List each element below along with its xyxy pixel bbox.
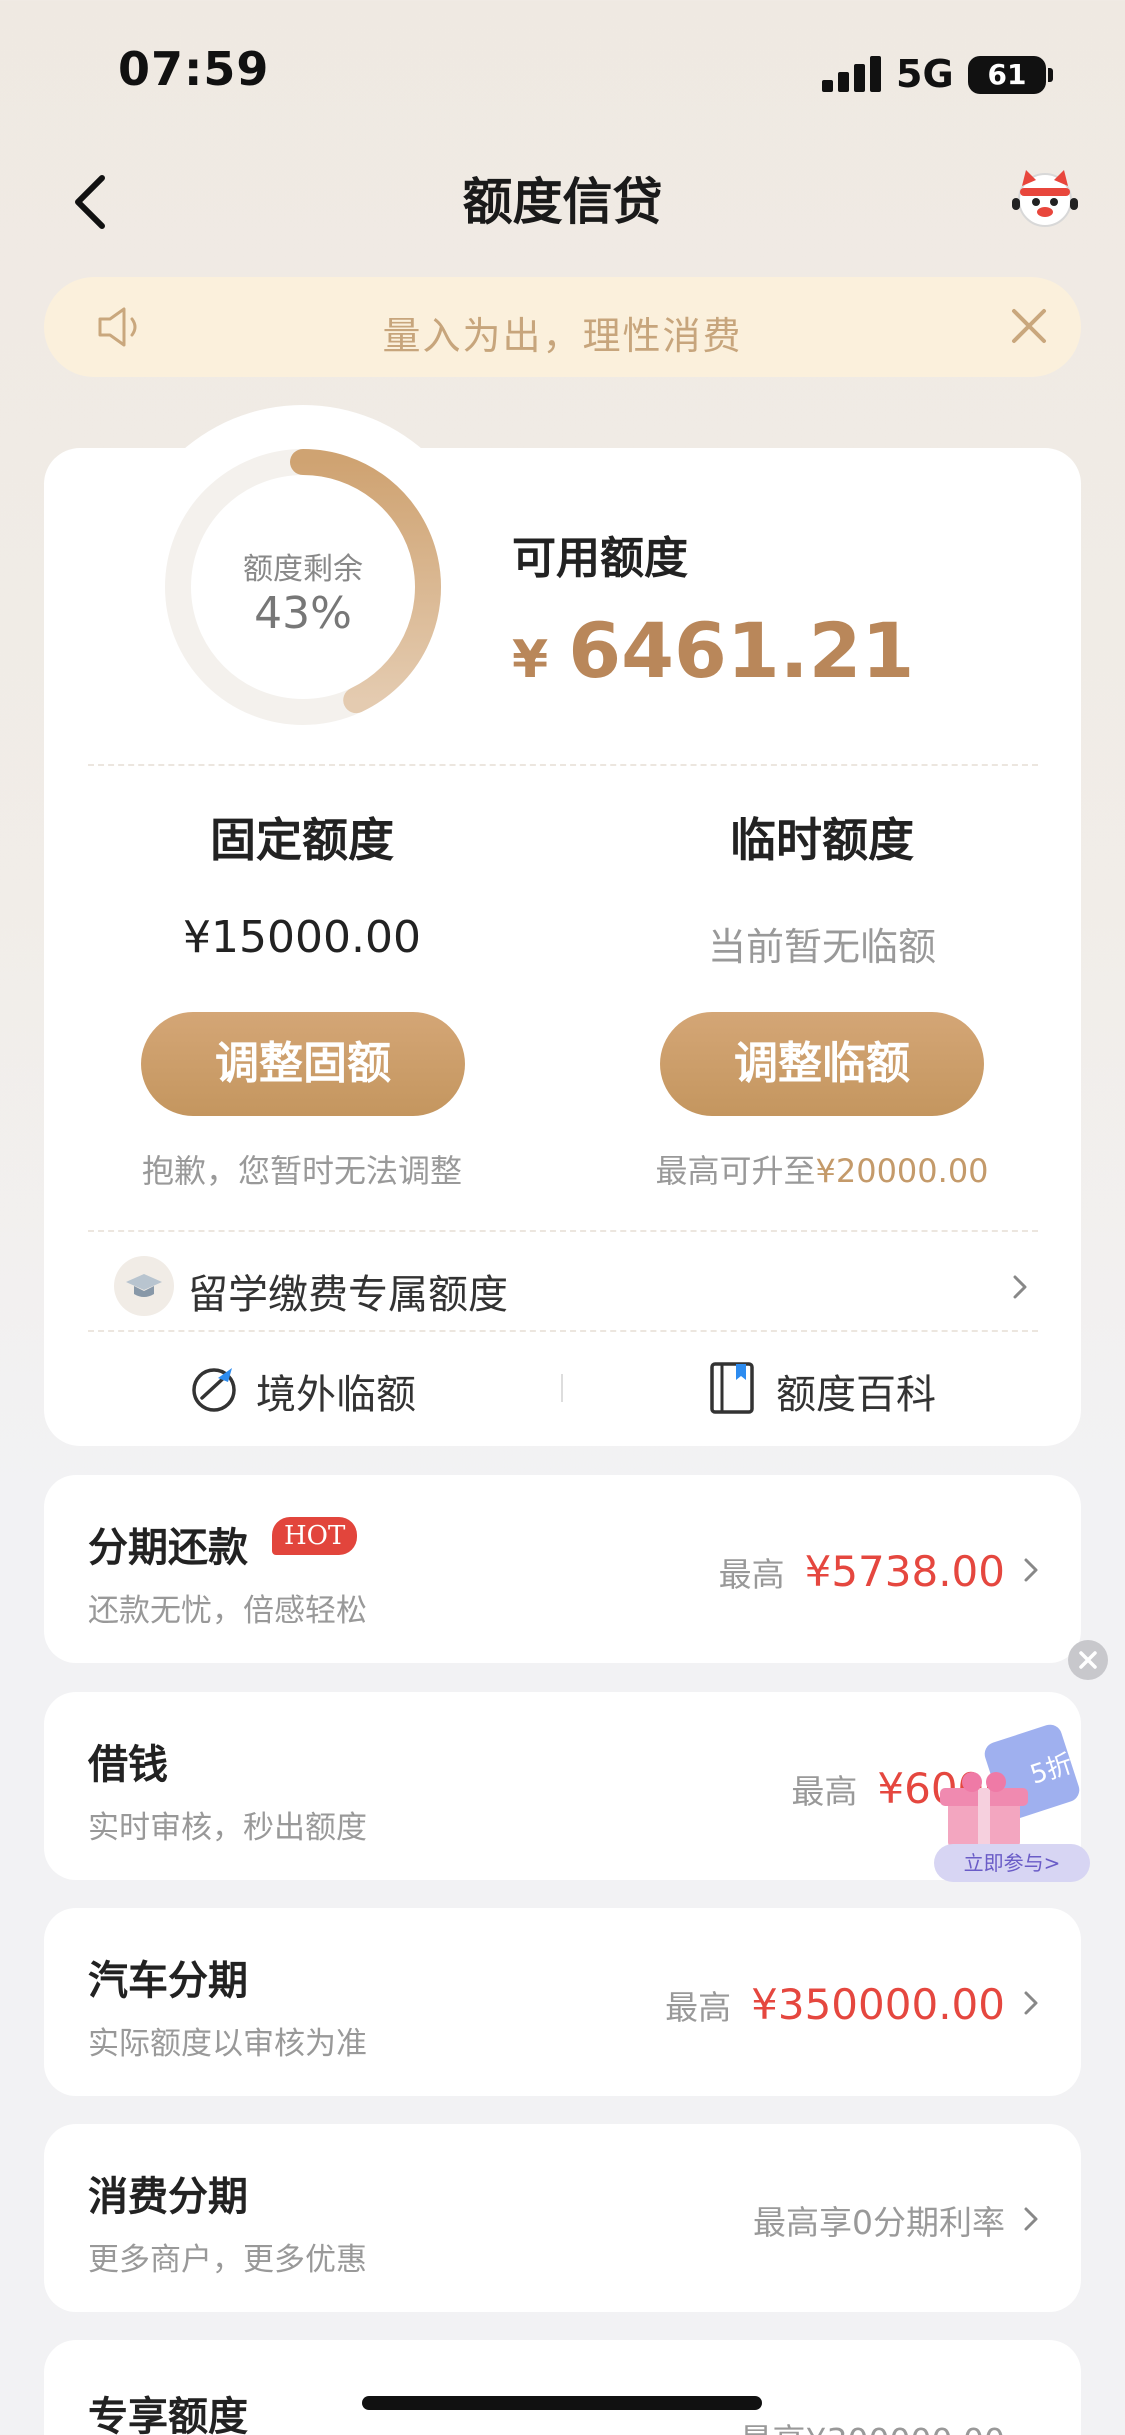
chevron-right-icon (1021, 1555, 1041, 1589)
ring-label: 额度剩余 (243, 552, 363, 587)
adjust-temp-button[interactable]: 调整临额 (660, 1012, 984, 1116)
study-abroad-label: 留学缴费专属额度 (188, 1272, 508, 1318)
promo-join-button[interactable]: 立即参与> (934, 1844, 1090, 1882)
product-title: 专享额度 (88, 2394, 248, 2435)
assistant-mascot-icon[interactable] (1010, 166, 1080, 228)
max-amount: ¥5738.00 (804, 1547, 1005, 1596)
divider (88, 1330, 1038, 1332)
temp-note-amount: ¥20000.00 (815, 1152, 989, 1190)
temp-credit-note: 最高可升至¥20000.00 (562, 1146, 1082, 1192)
temp-credit-value: 当前暂无临额 (707, 925, 936, 969)
notice-text: 量入为出，理性消费 (382, 314, 743, 358)
product-title: 汽车分期 (88, 1958, 248, 2004)
product-subtitle: 实际额度以审核为准 (88, 2026, 367, 2062)
hot-badge: HOT (272, 1517, 358, 1555)
home-indicator (362, 2396, 762, 2410)
chevron-right-icon (1010, 1272, 1030, 1302)
max-prefix: 最高 (791, 1772, 858, 1811)
overseas-temp-link[interactable]: 境外临额 (256, 1362, 416, 1420)
product-title: 消费分期 (88, 2174, 248, 2220)
max-amount: ¥350000.00 (751, 1980, 1005, 2029)
product-max: 最高 ¥5738.00 (719, 1547, 1005, 1596)
auto-installment-card[interactable]: 汽车分期 实际额度以审核为准 最高 ¥350000.00 (44, 1908, 1081, 2096)
max-prefix: 最高 (665, 1988, 732, 2027)
product-max: 最高享0分期利率 (753, 2196, 1005, 2244)
product-title: 分期还款 (88, 1525, 248, 1571)
product-subtitle: 还款无忧，倍感轻松 (88, 1593, 367, 1629)
product-subtitle: 更多商户，更多优惠 (88, 2242, 367, 2278)
status-time: 07:59 (118, 42, 270, 96)
available-credit-amount: ¥6461.21 (512, 606, 914, 695)
ring-percent: 43% (254, 588, 352, 639)
exclusive-credit-card[interactable]: 专享额度 最高¥300000.00 (44, 2340, 1081, 2435)
overseas-temp-icon (188, 1360, 248, 1416)
fixed-credit-title: 固定额度 (210, 813, 394, 867)
fixed-credit-note: 抱歉，您暂时无法调整 (141, 1152, 462, 1190)
consumer-installment-card[interactable]: 消费分期 更多商户，更多优惠 最高享0分期利率 (44, 2124, 1081, 2312)
close-icon[interactable] (1006, 303, 1052, 349)
credit-wiki-link[interactable]: 额度百科 (776, 1362, 936, 1420)
adjust-fixed-button[interactable]: 调整固额 (141, 1012, 465, 1116)
max-prefix: 最高¥300000.00 (740, 2421, 1005, 2435)
currency-symbol: ¥ (512, 630, 549, 690)
divider (88, 1230, 1038, 1232)
signal-icon (822, 56, 882, 92)
product-subtitle: 实时审核，秒出额度 (88, 1810, 367, 1846)
product-max: 最高 ¥350000.00 (665, 1980, 1005, 2029)
promo-close-button[interactable] (1068, 1640, 1108, 1680)
battery-icon: 61 (968, 56, 1046, 94)
page-title: 额度信贷 (462, 173, 663, 231)
max-prefix: 最高享0分期利率 (753, 2203, 1005, 2242)
product-title: 借钱 (88, 1742, 168, 1788)
network-type: 5G (896, 52, 954, 96)
borrow-money-card[interactable]: 借钱 实时审核，秒出额度 最高¥6000 (44, 1692, 1081, 1880)
notice-bar: 量入为出，理性消费 (44, 277, 1081, 377)
max-prefix: 最高 (718, 1555, 785, 1594)
chevron-right-icon (1021, 1988, 1041, 2022)
temp-note-prefix: 最高可升至 (655, 1152, 816, 1190)
chevron-right-icon (1021, 2204, 1041, 2238)
product-max: 最高¥300000.00 (740, 2414, 1005, 2435)
battery-tip (1048, 68, 1053, 82)
link-separator (561, 1374, 563, 1402)
credit-wiki-icon (706, 1360, 758, 1416)
available-credit-label: 可用额度 (512, 533, 688, 584)
installment-repayment-card[interactable]: 分期还款 HOT 还款无忧，倍感轻松 最高 ¥5738.00 (44, 1475, 1081, 1663)
available-amount-value: 6461.21 (568, 606, 915, 695)
graduation-cap-icon (114, 1256, 174, 1316)
fixed-credit-value: ¥15000.00 (183, 912, 421, 963)
temp-credit-title: 临时额度 (730, 813, 914, 867)
divider (88, 764, 1038, 766)
